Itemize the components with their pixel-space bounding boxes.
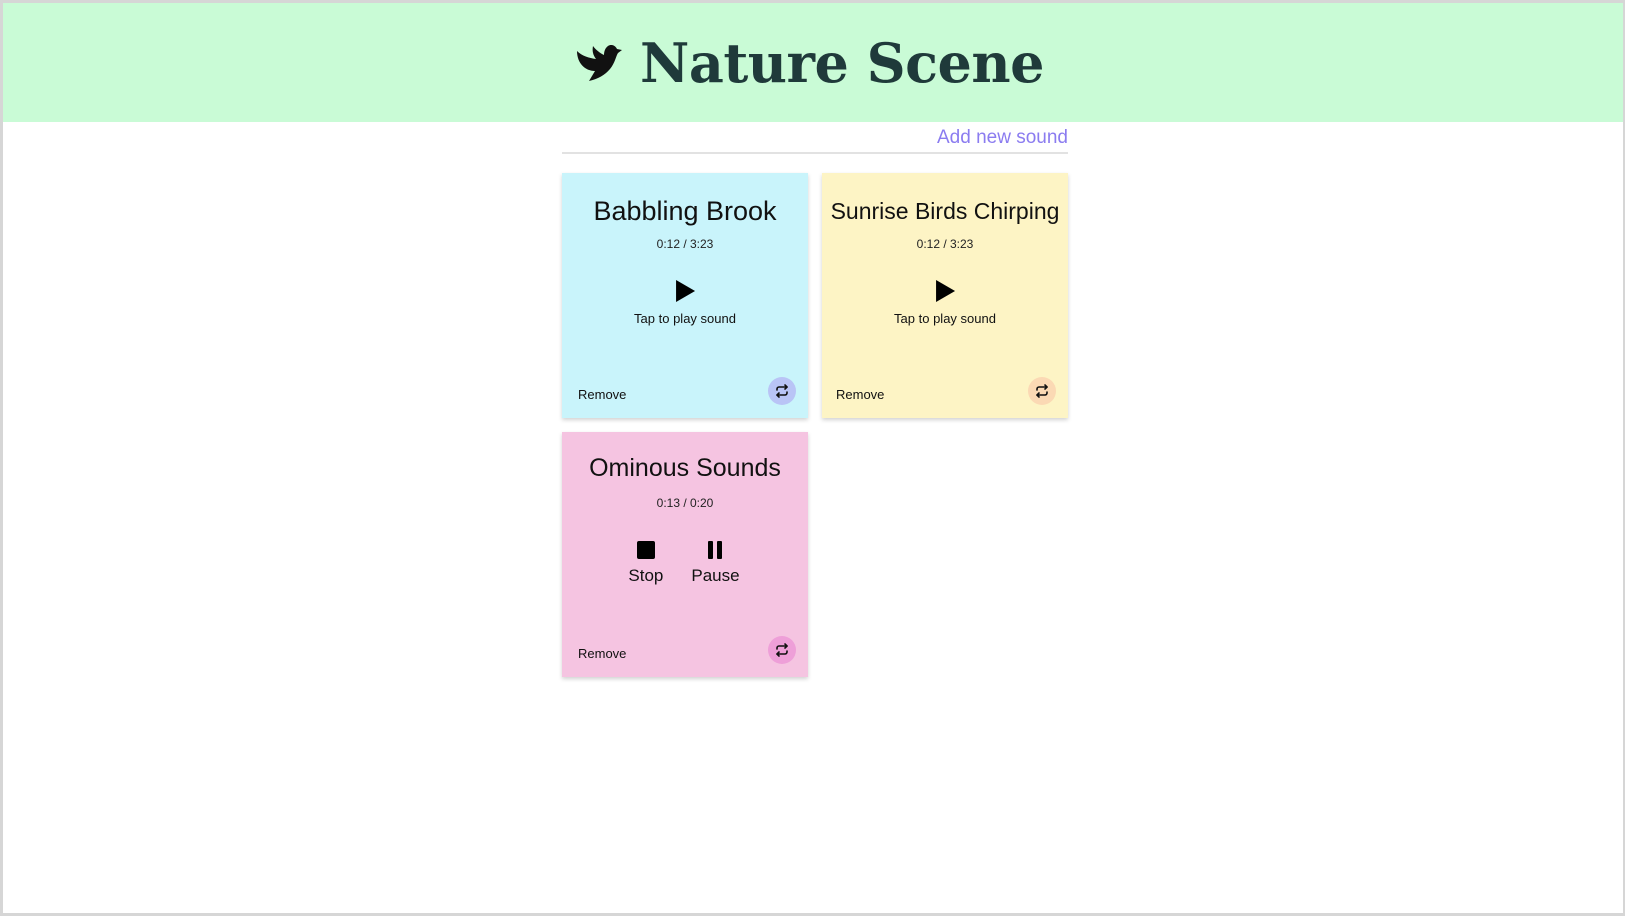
app-header: Nature Scene [3,3,1623,122]
sound-card-ominous-sounds: Ominous Sounds 0:13 / 0:20 Stop Pause Re… [562,432,808,677]
sound-title: Babbling Brook [593,196,777,226]
loop-button[interactable] [768,636,796,664]
pause-label: Pause [691,566,740,585]
play-button[interactable]: Tap to play sound [634,279,736,326]
play-icon [936,280,955,302]
stop-icon [636,541,655,559]
add-new-sound-link[interactable]: Add new sound [937,127,1068,149]
repeat-icon [776,384,788,398]
repeat-icon [1036,384,1048,398]
sound-title: Sunrise Birds Chirping [830,198,1060,224]
remove-button[interactable]: Remove [836,387,884,402]
page-title: Nature Scene [639,30,1045,95]
brand: Nature Scene [574,30,1045,95]
remove-button[interactable]: Remove [578,387,626,402]
play-icon [676,280,695,302]
sound-time: 0:12 / 3:23 [656,237,714,251]
play-button[interactable]: Tap to play sound [894,279,996,326]
loop-button[interactable] [1028,377,1056,405]
pause-button[interactable]: Pause [691,540,740,586]
play-hint: Tap to play sound [634,311,736,326]
sound-card-babbling-brook: Babbling Brook 0:12 / 3:23 Tap to play s… [562,173,808,418]
repeat-icon [776,643,788,657]
toolbar: Add new sound [562,125,1068,154]
sound-card-sunrise-birds: Sunrise Birds Chirping 0:12 / 3:23 Tap t… [822,173,1068,418]
stop-button[interactable]: Stop [628,540,663,586]
stop-label: Stop [628,566,664,585]
play-hint: Tap to play sound [894,311,996,326]
pause-icon [708,541,723,559]
loop-button[interactable] [768,377,796,405]
bird-icon [576,44,622,81]
sound-time: 0:13 / 0:20 [656,496,714,510]
sound-title: Ominous Sounds [589,454,781,482]
sound-time: 0:12 / 3:23 [916,237,974,251]
playback-controls: Stop Pause [560,540,808,586]
remove-button[interactable]: Remove [578,646,626,661]
